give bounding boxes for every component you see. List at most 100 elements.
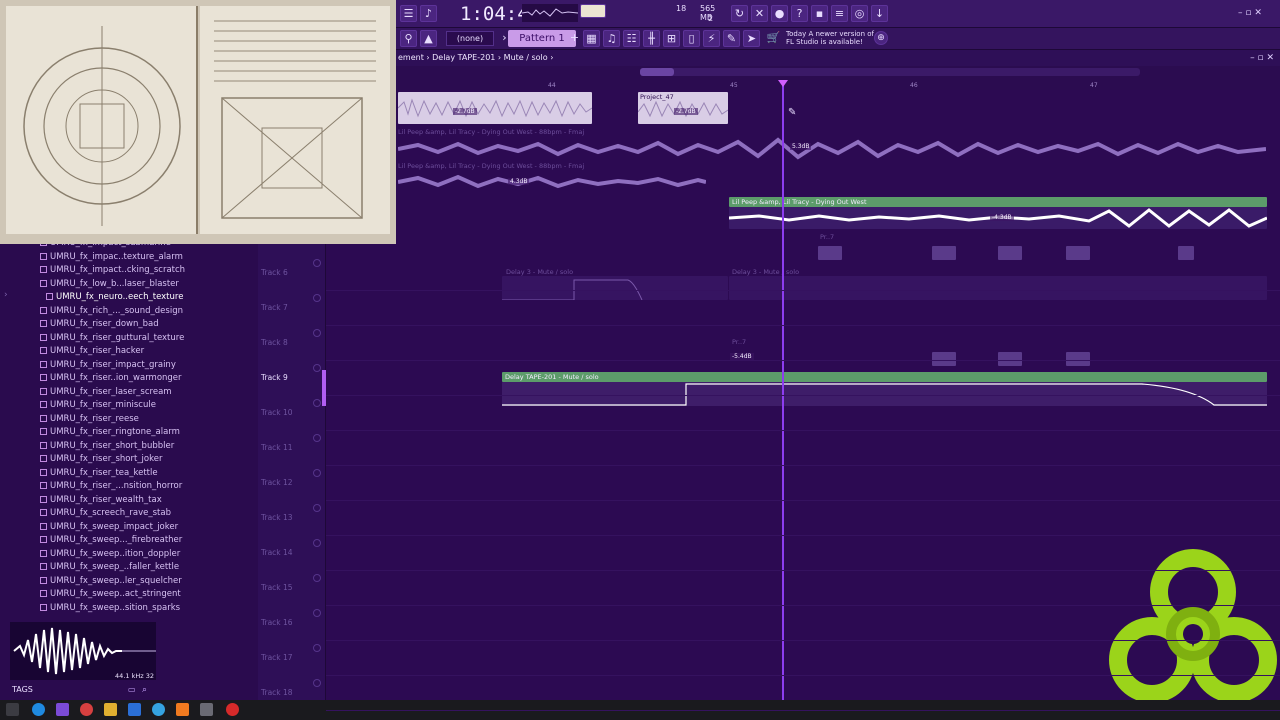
browser-file-item[interactable]: UMRU_fx_impac..texture_alarm [40,252,183,265]
link-icon[interactable]: ⚲ [400,30,417,47]
browser-file-item[interactable]: UMRU_fx_riser_wealth_tax [40,495,162,508]
save-icon[interactable]: ▪ [811,5,828,22]
track-name[interactable]: Track 18 [261,688,293,697]
browser-file-item[interactable]: UMRU_fx_sweep_..faller_kettle [40,562,179,575]
track-name[interactable]: Track 16 [261,618,293,627]
photoshop-icon[interactable] [128,703,141,716]
pattern-block[interactable] [818,246,842,260]
track-name[interactable]: Track 15 [261,583,293,592]
breadcrumb-text[interactable]: ement › Delay TAPE-201 › Mute / solo › [398,53,553,62]
globe-icon[interactable]: ⊕ [874,31,888,45]
news-panel[interactable]: Today A newer version of FL Studio is av… [786,30,882,48]
track-mute-dot[interactable] [313,504,321,512]
sample-preview-waveform[interactable]: 44.1 kHz 32 [10,622,156,680]
track-name[interactable]: Track 8 [261,338,288,347]
browser-file-item[interactable]: UMRU_fx_riser_laser_scream [40,387,172,400]
automation-clip-delay-tape[interactable] [502,382,1267,406]
track-mute-dot[interactable] [313,434,321,442]
track-name[interactable]: Track 14 [261,548,293,557]
automation-clip-delay-1[interactable] [502,276,728,301]
explorer-icon[interactable] [104,703,117,716]
audio-clip-song-full[interactable] [397,136,1267,162]
app-icon[interactable] [56,703,69,716]
browser-file-item[interactable]: UMRU_fx_sweep..._firebreather [40,535,182,548]
track-mute-dot[interactable] [313,679,321,687]
track-name[interactable]: Track 11 [261,443,293,452]
browser-file-item[interactable]: UMRU_fx_riser_ringtone_alarm [40,427,180,440]
track-mute-dot[interactable] [313,399,321,407]
track-name[interactable]: Track 9 [261,373,288,382]
browser-file-item[interactable]: UMRU_fx_riser_short_bubbler [40,441,174,454]
audio-clip-song-part[interactable] [397,170,707,194]
track-mute-dot[interactable] [313,329,321,337]
pattern-block[interactable] [1178,246,1194,260]
audio-clip-1[interactable] [397,92,593,124]
fl-studio-icon[interactable] [176,703,189,716]
track-name[interactable]: Track 13 [261,513,293,522]
pattern-block[interactable] [998,246,1022,260]
start-icon[interactable] [6,703,19,716]
playlist-icon[interactable]: ▦ [583,30,600,47]
mixer-view-icon[interactable]: ╫ [643,30,660,47]
track-mute-dot[interactable] [313,539,321,547]
wand-icon[interactable]: ✎ [723,30,740,47]
cart-icon[interactable]: 🛒 [765,30,782,47]
loop-icon[interactable]: ↻ [731,5,748,22]
browser-file-item[interactable]: UMRU_fx_riser_...nsition_horror [40,481,182,494]
edge-icon[interactable] [32,703,45,716]
chrome-icon[interactable] [80,703,93,716]
browser-file-item[interactable]: UMRU_fx_riser_reese [40,414,139,427]
channel-rack-icon[interactable]: ☷ [623,30,640,47]
track-mute-dot[interactable] [313,574,321,582]
folder-icon[interactable]: ▭ [128,685,136,694]
playhead-marker-icon[interactable] [778,80,788,87]
browser-file-item[interactable]: UMRU_fx_riser_short_joker [40,454,162,467]
record-icon[interactable]: ● [771,5,788,22]
track-name[interactable]: Track 10 [261,408,293,417]
track-mute-dot[interactable] [313,609,321,617]
pattern-block[interactable] [1066,352,1090,366]
scrollbar-thumb[interactable] [640,68,674,76]
bird-icon[interactable]: ➤ [743,30,760,47]
track-name[interactable]: Track 17 [261,653,293,662]
browser-file-item[interactable]: UMRU_fx_sweep..sition_sparks [40,603,180,616]
metronome-icon[interactable]: ✕ [751,5,768,22]
browser-file-item[interactable]: UMRU_fx_riser..ion_warmonger [40,373,182,386]
stamp-icon[interactable]: ▲ [420,30,437,47]
browser-file-item[interactable]: UMRU_fx_rich_..._sound_design [40,306,183,319]
automation-header-delay-tape[interactable] [502,372,1267,382]
window-controls[interactable]: – ▫ ✕ [1238,8,1262,18]
pattern-block[interactable] [932,246,956,260]
plug-icon[interactable]: ⚡ [703,30,720,47]
browser-file-item[interactable]: UMRU_fx_sweep..ition_doppler [40,549,180,562]
browser-file-item[interactable]: UMRU_fx_riser_down_bad [40,319,159,332]
search-icon[interactable]: ⌕ [142,685,147,695]
chat-icon[interactable]: ◎ [851,5,868,22]
track-name[interactable]: Track 6 [261,268,288,277]
pattern-block[interactable] [1066,246,1090,260]
playlist-window-controls[interactable]: – ▫ ✕ [1250,50,1274,66]
pattern-add-icon[interactable]: + [566,30,583,47]
track-mute-dot[interactable] [313,469,321,477]
horizontal-scrollbar[interactable] [640,68,1140,76]
browser-file-item[interactable]: UMRU_fx_neuro..eech_texture [46,292,183,305]
browser-file-item[interactable]: UMRU_fx_sweep_impact_joker [40,522,178,535]
collapse-arrow-icon[interactable]: › [4,290,8,300]
track-mute-dot[interactable] [313,259,321,267]
automation-clip-delay-2[interactable] [729,276,1267,300]
song-mode-icon[interactable]: ♪ [420,5,437,22]
browser-icon[interactable]: ⊞ [663,30,680,47]
playhead[interactable] [782,80,784,700]
track-name[interactable]: Track 12 [261,478,293,487]
browser-file-item[interactable]: UMRU_fx_riser_tea_kettle [40,468,158,481]
browser-file-item[interactable]: UMRU_fx_screech_rave_stab [40,508,171,521]
browser-file-item[interactable]: UMRU_fx_low_b...laser_blaster [40,279,179,292]
browser-file-item[interactable]: UMRU_fx_riser_hacker [40,346,144,359]
browser-file-item[interactable]: UMRU_fx_sweep..ler_squelcher [40,576,182,589]
app-icon-2[interactable] [200,703,213,716]
pattern-block[interactable] [932,352,956,366]
record-app-icon[interactable] [226,703,239,716]
track-mute-dot[interactable] [313,644,321,652]
browser-file-item[interactable]: UMRU_fx_riser_guttural_texture [40,333,184,346]
track-mute-dot[interactable] [313,294,321,302]
